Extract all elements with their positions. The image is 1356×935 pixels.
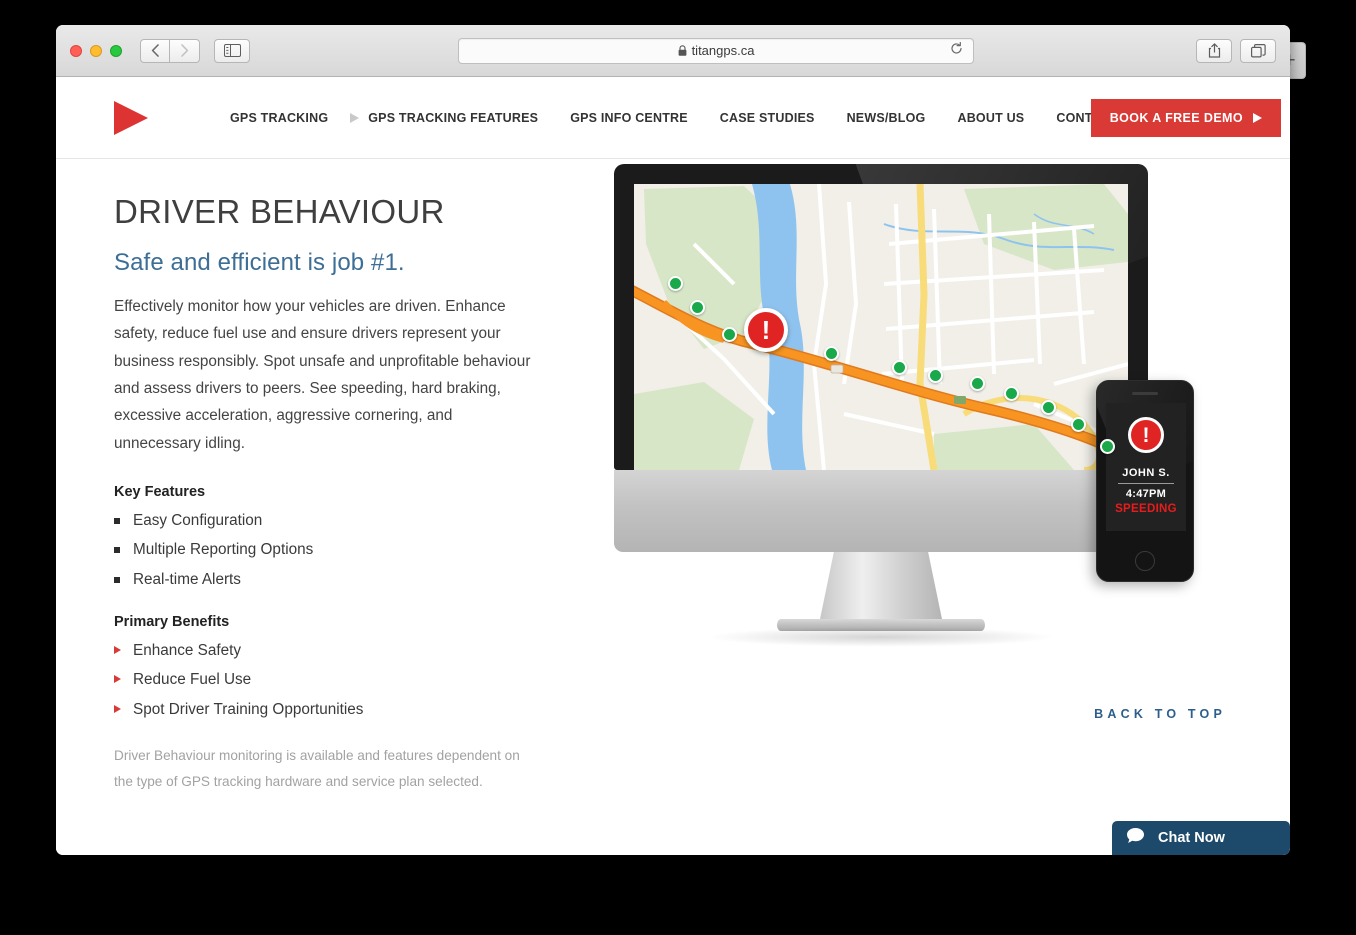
monitor-shadow	[706, 627, 1056, 647]
chat-now-widget[interactable]: Chat Now	[1112, 821, 1290, 855]
sidebar-toggle-button[interactable]	[214, 38, 250, 63]
route-waypoint[interactable]	[690, 300, 705, 315]
monitor-chin	[614, 470, 1148, 552]
list-item: Reduce Fuel Use	[114, 671, 534, 689]
map-graphic	[634, 184, 1128, 470]
key-features-list: Easy Configuration Multiple Reporting Op…	[114, 513, 534, 587]
primary-benefits-list: Enhance Safety Reduce Fuel Use Spot Driv…	[114, 643, 534, 717]
titan-gps-logo-icon[interactable]	[114, 100, 148, 135]
route-waypoint[interactable]	[722, 327, 737, 342]
primary-benefits-heading: Primary Benefits	[114, 614, 230, 631]
close-window-button[interactable]	[70, 44, 82, 57]
route-waypoint[interactable]	[1004, 386, 1019, 401]
route-waypoint[interactable]	[824, 346, 839, 361]
lock-icon	[678, 45, 687, 56]
nav-item-label: GPS TRACKING FEATURES	[368, 110, 539, 125]
list-item: Spot Driver Training Opportunities	[114, 702, 534, 717]
disclaimer-text: Driver Behaviour monitoring is available…	[114, 747, 520, 790]
monitor-stand-neck	[819, 552, 943, 624]
list-item: Real-time Alerts	[114, 572, 534, 587]
map-view: !	[634, 184, 1128, 470]
smartphone-mockup: ! JOHN S. 4:47PM SPEEDING	[1096, 380, 1194, 582]
demo-button-label: BOOK A FREE DEMO	[1109, 110, 1243, 125]
caret-right-icon	[350, 112, 360, 123]
nav-item-case-studies[interactable]: CASE STUDIES	[704, 111, 831, 125]
alert-exclamation-icon: !	[1142, 423, 1150, 447]
url-text: titangps.ca	[691, 43, 755, 58]
phone-home-button[interactable]	[1135, 551, 1155, 571]
maximize-window-button[interactable]	[110, 44, 122, 57]
list-item-label: Enhance Safety	[133, 642, 242, 660]
divider	[1118, 483, 1174, 484]
monitor-screen: !	[634, 184, 1128, 470]
route-waypoint[interactable]	[1100, 439, 1115, 454]
route-waypoint[interactable]	[970, 376, 985, 391]
phone-alert-icon: !	[1128, 417, 1164, 453]
caret-right-icon	[1253, 112, 1262, 123]
list-item-label: Reduce Fuel Use	[133, 671, 252, 689]
body-paragraph: Effectively monitor how your vehicles ar…	[114, 297, 531, 452]
site-header: GPS TRACKING GPS TRACKING FEATURES GPS I…	[56, 77, 1290, 159]
desktop-monitor-mockup: !	[614, 164, 1148, 647]
route-waypoint[interactable]	[668, 276, 683, 291]
phone-screen: ! JOHN S. 4:47PM SPEEDING	[1106, 403, 1186, 531]
url-input[interactable]: titangps.ca	[458, 37, 974, 64]
page-subtitle: Safe and efficient is job #1.	[114, 248, 405, 276]
list-item: Enhance Safety	[114, 643, 534, 658]
toolbar-right-buttons	[1196, 38, 1276, 63]
list-item-label: Real-time Alerts	[133, 570, 241, 588]
address-bar-area: titangps.ca	[250, 37, 1182, 64]
list-item-label: Multiple Reporting Options	[133, 541, 314, 559]
forward-button[interactable]	[170, 38, 200, 63]
book-a-free-demo-button[interactable]: BOOK A FREE DEMO	[1090, 98, 1281, 137]
nav-item-gps-info-centre[interactable]: GPS INFO CENTRE	[554, 111, 704, 125]
nav-item-gps-tracking-features[interactable]: GPS TRACKING FEATURES	[344, 111, 554, 125]
nav-item-news-blog[interactable]: NEWS/BLOG	[831, 111, 942, 125]
route-waypoint[interactable]	[1071, 417, 1086, 432]
browser-window: titangps.ca GPS TRACKING GPS TRACKING FE…	[56, 25, 1290, 855]
square-bullet-icon	[114, 576, 120, 583]
window-controls	[70, 44, 122, 57]
phone-alert-time: 4:47PM	[1125, 488, 1167, 500]
phone-driver-name: JOHN S.	[1122, 467, 1170, 479]
nav-item-about-us[interactable]: ABOUT US	[941, 111, 1040, 125]
back-button[interactable]	[140, 38, 170, 63]
content-right-column: ! ! JOHN S. 4:47PM SPEEDING BACK TO TOP …	[576, 159, 1290, 855]
route-waypoint[interactable]	[928, 368, 943, 383]
triangle-bullet-icon	[114, 704, 121, 713]
phone-alert-status: SPEEDING	[1115, 503, 1177, 515]
chat-now-label: Chat Now	[1158, 830, 1225, 846]
list-item: Easy Configuration	[114, 513, 534, 528]
browser-toolbar: titangps.ca	[56, 25, 1290, 77]
reload-icon[interactable]	[950, 41, 963, 60]
nav-item-gps-tracking[interactable]: GPS TRACKING	[214, 111, 344, 125]
monitor-bezel: !	[614, 164, 1148, 470]
content-left-column: DRIVER BEHAVIOUR Safe and efficient is j…	[114, 159, 534, 796]
list-item: Multiple Reporting Options	[114, 541, 534, 559]
map-alert-marker[interactable]: !	[744, 308, 788, 352]
share-button[interactable]	[1196, 38, 1232, 63]
list-item-label: Spot Driver Training Opportunities	[133, 700, 364, 718]
triangle-bullet-icon	[114, 675, 121, 684]
page-title: DRIVER BEHAVIOUR	[114, 193, 445, 230]
triangle-bullet-icon	[114, 646, 121, 655]
alert-exclamation-icon: !	[761, 315, 771, 345]
list-item-label: Easy Configuration	[133, 512, 263, 530]
square-bullet-icon	[114, 518, 120, 525]
chat-bubble-icon	[1126, 827, 1145, 849]
phone-earpiece	[1132, 392, 1158, 395]
back-to-top-link[interactable]: BACK TO TOP	[1094, 707, 1226, 721]
main-navigation: GPS TRACKING GPS TRACKING FEATURES GPS I…	[214, 109, 1189, 127]
route-waypoint[interactable]	[892, 360, 907, 375]
route-waypoint[interactable]	[1041, 400, 1056, 415]
web-page: GPS TRACKING GPS TRACKING FEATURES GPS I…	[56, 77, 1290, 855]
show-all-tabs-button[interactable]	[1240, 38, 1276, 63]
navigation-buttons	[140, 38, 200, 63]
square-bullet-icon	[114, 547, 120, 554]
key-features-heading: Key Features	[114, 484, 206, 501]
minimize-window-button[interactable]	[90, 44, 102, 57]
page-content: DRIVER BEHAVIOUR Safe and efficient is j…	[56, 159, 1290, 855]
